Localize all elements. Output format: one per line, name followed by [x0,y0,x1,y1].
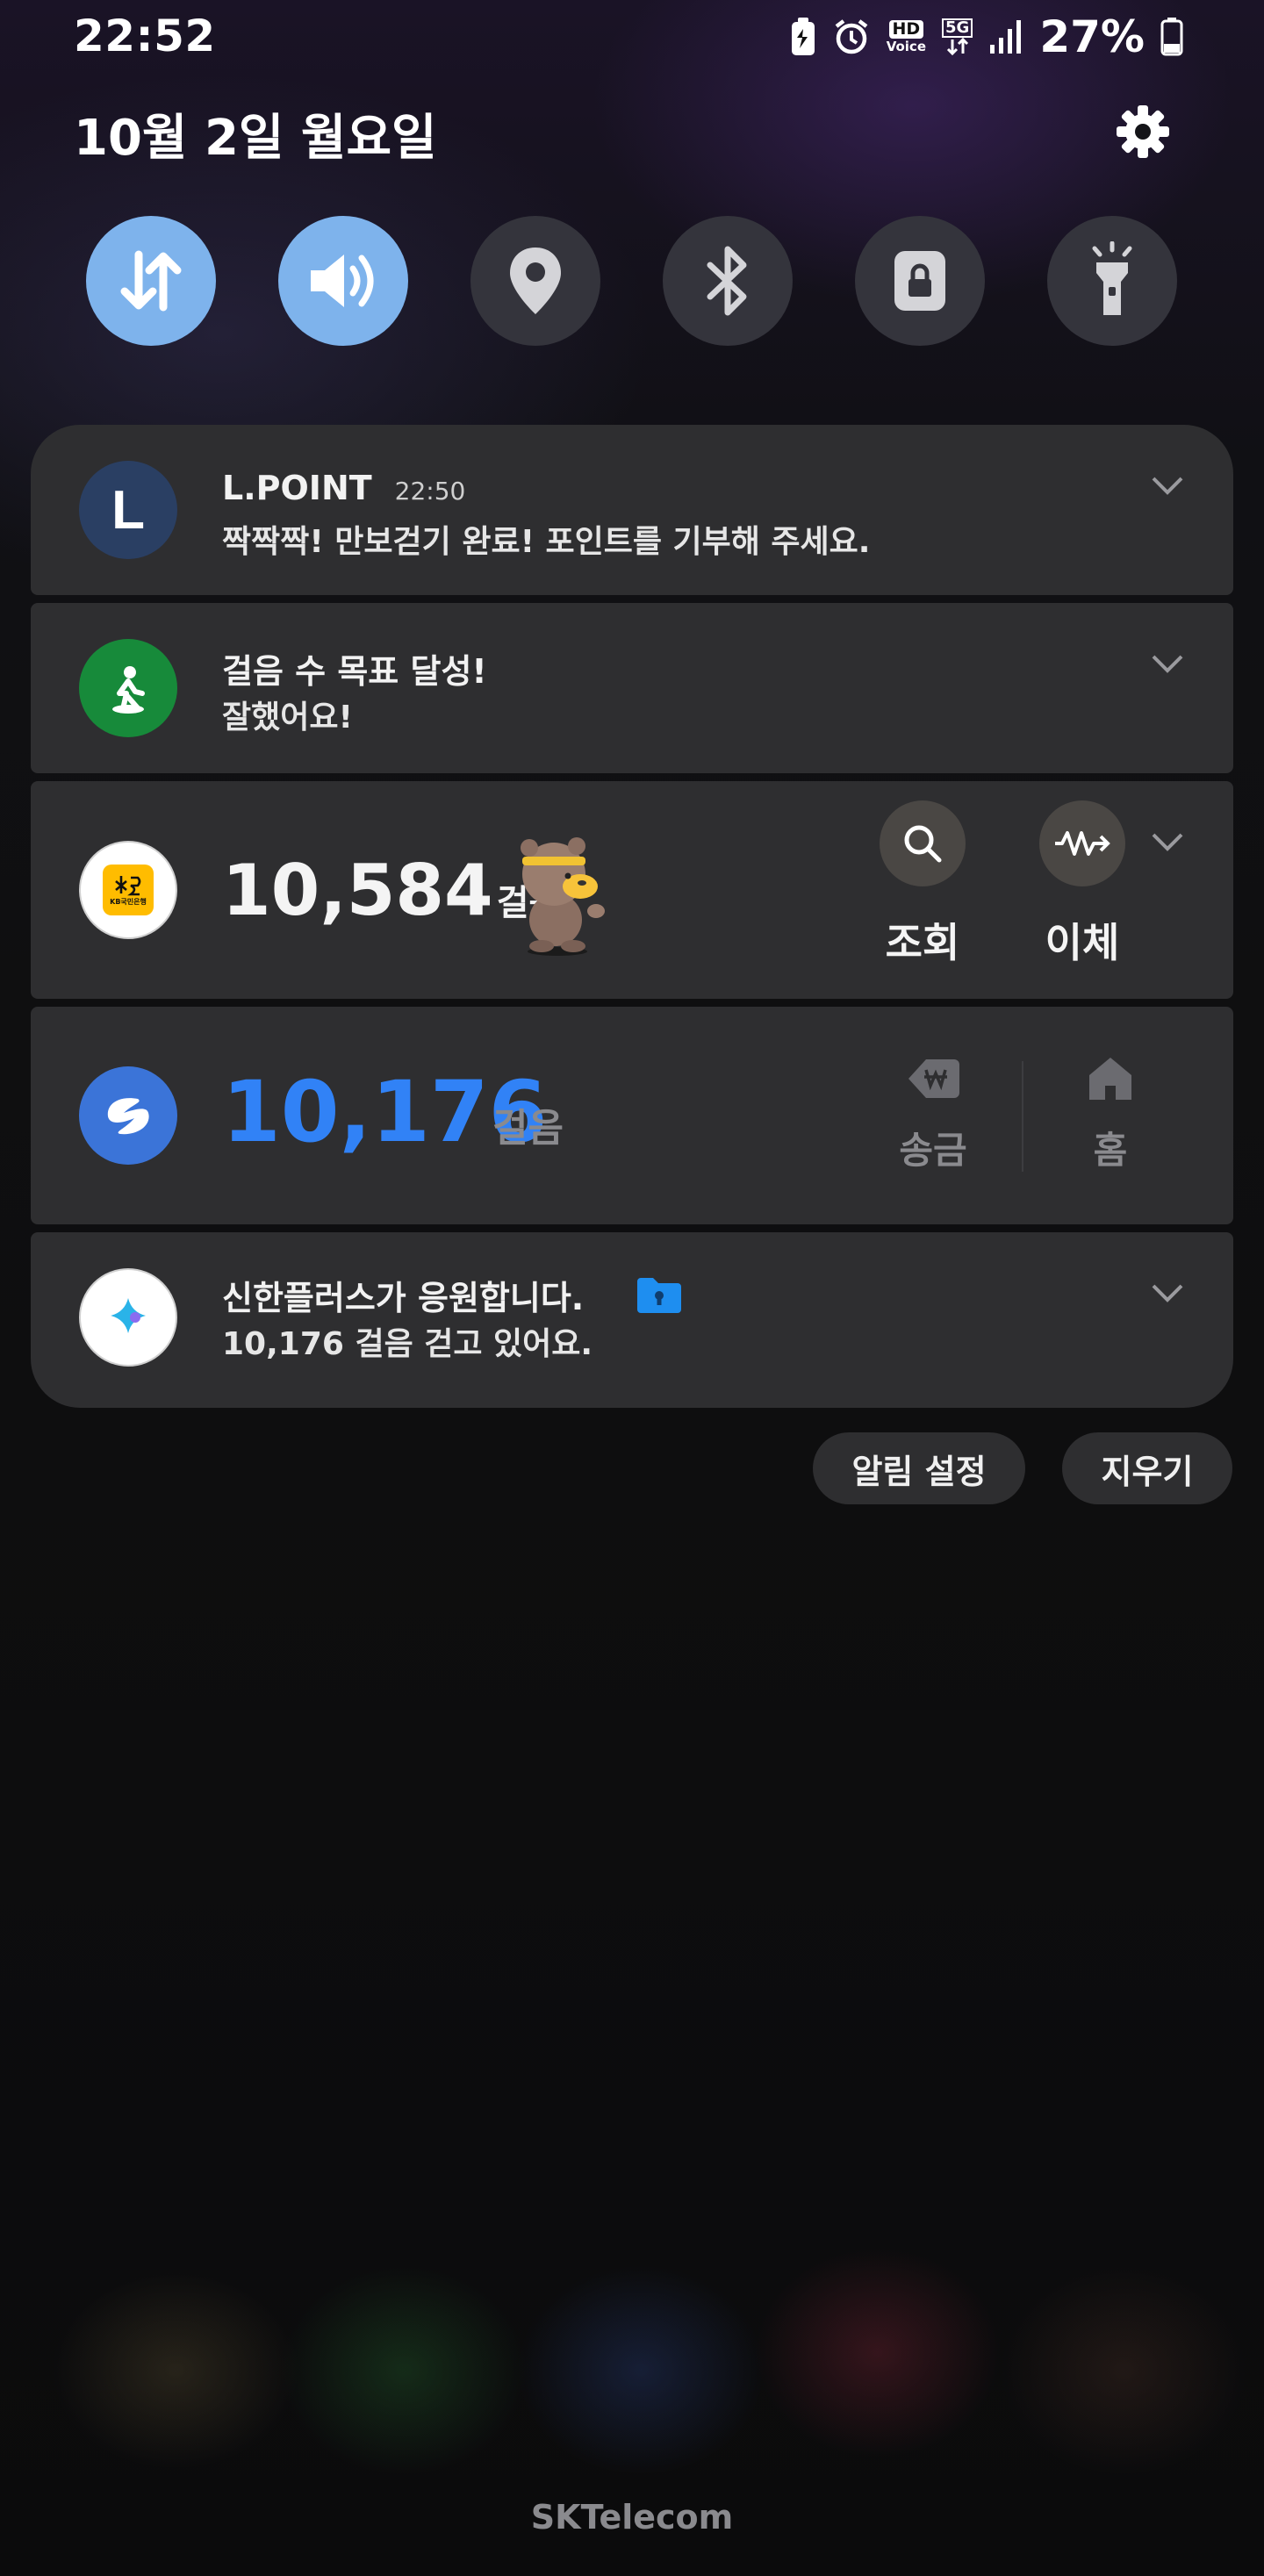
notification-settings-button[interactable]: 알림 설정 [813,1432,1025,1504]
battery-icon [1160,18,1183,56]
kb-bank-app-icon: KB국민은행 [79,841,177,939]
lpoint-app-icon: L [79,461,177,559]
voice-label: Voice [886,39,926,54]
goal-title: 걸음 수 목표 달성! [222,652,487,691]
battery-percent: 27% [1039,11,1145,62]
notification-shinhan[interactable]: 신한플러스가 응원합니다. 10,176 걸음 걷고 있어요. [31,1232,1233,1408]
network-label: 5G [942,18,973,38]
home-icon[interactable] [1086,1054,1135,1103]
notification-panel: L L.POINT 22:50 짝짝짝! 만보걷기 완료! 포인트를 기부해 주세… [31,425,1233,1408]
toggle-rotation-lock[interactable] [855,216,985,346]
kb-search-label[interactable]: 조회 [861,911,984,969]
lpoint-message: 짝짝짝! 만보걷기 완료! 포인트를 기부해 주세요. [222,524,871,560]
notification-toss-steps[interactable]: 10,176 걸음 송금 홈 [31,1007,1233,1224]
gear-icon[interactable] [1113,102,1173,161]
chevron-down-icon[interactable] [1151,653,1184,674]
date-label: 10월 2일 월요일 [74,110,437,167]
lpoint-title: L.POINT [222,469,372,507]
status-icons: HD Voice 5G 27% [790,11,1183,62]
notification-step-goal[interactable]: 걸음 수 목표 달성! 잘했어요! [31,603,1233,773]
shinhan-title-row: 신한플러스가 응원합니다. [222,1271,683,1319]
signal-icon [988,18,1023,55]
data-arrows-icon [120,250,182,312]
bear-mascot-icon [521,837,605,956]
toss-home-label[interactable]: 홈 [1049,1121,1172,1174]
speaker-icon [311,255,374,307]
transfer-icon [1055,831,1110,856]
toggle-location[interactable] [470,216,600,346]
carrier-label: SKTelecom [530,2498,734,2537]
shinhan-title: 신한플러스가 응원합니다. [222,1279,585,1317]
toggle-sound[interactable] [278,216,408,346]
toss-send-label[interactable]: 송금 [872,1121,995,1174]
toggle-mobile-data[interactable] [86,216,216,346]
action-divider [1022,1061,1023,1172]
won-send-icon[interactable] [903,1054,963,1103]
walking-app-icon [79,639,177,737]
chevron-down-icon[interactable] [1151,1282,1184,1303]
battery-saver-icon [790,17,816,57]
secure-folder-icon [637,1278,682,1313]
hd-voice-icon: HD Voice [887,20,926,54]
kb-steps-row: 10,584 걸음 [222,850,561,931]
status-time: 22:52 [74,11,216,61]
shinhan-app-icon [79,1268,177,1367]
kb-search-button[interactable] [880,800,966,886]
lpoint-logo-letter: L [111,479,145,541]
clear-all-button[interactable]: 지우기 [1062,1432,1232,1504]
shinhan-message: 10,176 걸음 걷고 있어요. [222,1326,593,1362]
notification-kb-steps[interactable]: KB국민은행 10,584 걸음 조회 이체 [31,781,1233,999]
flashlight-icon [1092,241,1132,315]
kb-logo-text: KB국민은행 [110,897,147,906]
toss-steps-unit: 걸음 [492,1106,564,1151]
kb-steps-count: 10,584 [222,850,493,931]
chevron-down-icon[interactable] [1151,475,1184,496]
lock-icon [894,251,945,311]
toss-app-icon [79,1066,177,1165]
notification-lpoint[interactable]: L L.POINT 22:50 짝짝짝! 만보걷기 완료! 포인트를 기부해 주세… [31,425,1233,595]
kb-transfer-button[interactable] [1039,800,1125,886]
toggle-flashlight[interactable] [1047,216,1177,346]
toggle-bluetooth[interactable] [663,216,793,346]
lpoint-time: 22:50 [394,477,466,506]
kb-transfer-label[interactable]: 이체 [1021,911,1144,969]
alarm-icon [832,18,871,56]
search-icon [904,825,942,863]
hd-label: HD [888,20,924,39]
lpoint-title-row: L.POINT 22:50 [222,469,465,507]
location-pin-icon [510,248,561,314]
goal-message: 잘했어요! [222,700,353,735]
5g-data-icon: 5G [942,18,973,55]
chevron-down-icon[interactable] [1151,831,1184,852]
bluetooth-icon [707,246,747,316]
